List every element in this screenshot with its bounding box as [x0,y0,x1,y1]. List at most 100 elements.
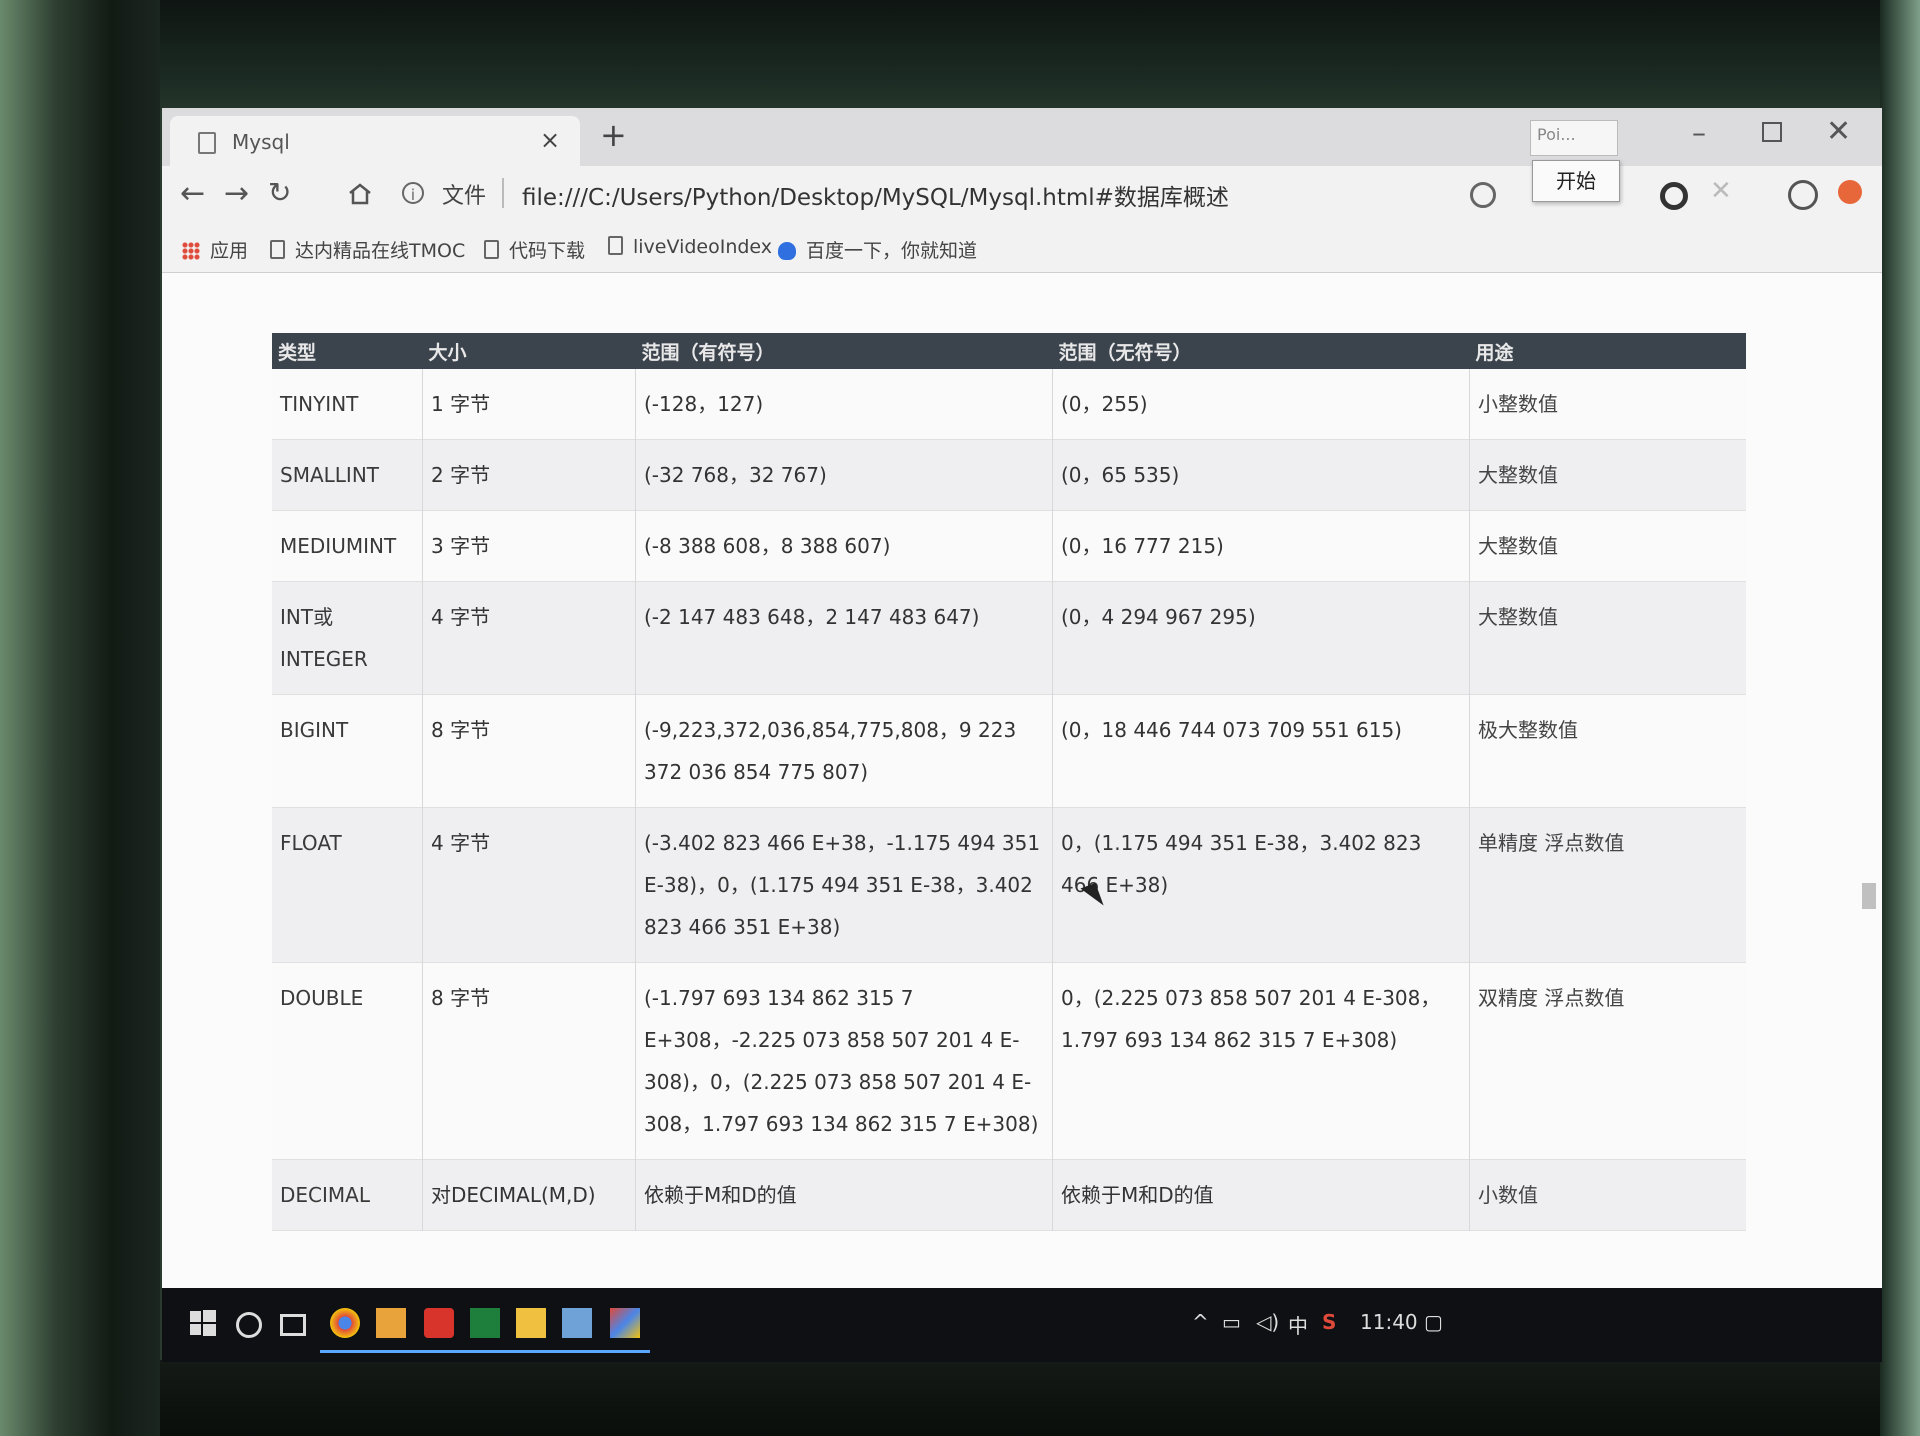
table-row: INT或 INTEGER 4 字节 (-2 147 483 648，2 147 48… [272,581,1746,695]
cell-unsigned-range: 0，(1.175 494 351 E-38，3.402 823 466 E+38… [1052,807,1470,963]
active-app-indicator [460,1350,510,1353]
monitor-bezel-top [160,0,1920,110]
address-bar-url[interactable]: file:///C:/Users/Python/Desktop/MySQL/My… [522,178,1229,212]
home-icon[interactable] [348,182,372,206]
new-tab-button[interactable]: + [600,116,627,154]
page-content: 类型 大小 范围（有符号） 范围（无符号） 用途 TINYINT 1 字节 (-12… [162,273,1882,1293]
reload-icon[interactable]: ↻ [268,176,291,209]
active-app-indicator [414,1350,464,1353]
table-row: TINYINT 1 字节 (-128，127) (0，255) 小整数值 [272,369,1746,440]
cell-type: DECIMAL [272,1159,423,1231]
cell-usage: 单精度 浮点数值 [1478,831,1625,855]
tab-close-icon[interactable]: × [540,126,560,154]
monitor-bezel-left [0,0,160,1436]
ime-indicator[interactable]: 中 [1288,1310,1308,1339]
page-icon [198,132,216,154]
bookmark-label: 百度一下，你就知道 [806,240,978,262]
column-header-unsigned-range: 范围（无符号） [1058,341,1192,364]
cell-signed-range: (-128，127) [635,369,1053,440]
active-app-indicator [320,1350,370,1353]
table-row: DOUBLE 8 字节 (-1.797 693 134 862 315 7 E+30… [272,962,1746,1160]
video-app-icon[interactable] [424,1308,454,1338]
profile-icon[interactable] [1788,180,1818,210]
cell-size: 4 字节 [422,581,636,695]
back-arrow-icon[interactable]: ← [180,176,205,211]
paint-app-icon[interactable] [610,1308,640,1338]
site-info-icon[interactable]: i [402,182,424,204]
photos-icon[interactable] [562,1308,592,1338]
windows-start-icon[interactable] [188,1308,218,1338]
network-icon[interactable]: ▭ [1222,1310,1241,1334]
zoom-icon[interactable] [1470,182,1496,208]
cell-size: 2 字节 [422,439,636,511]
chrome-icon[interactable] [330,1308,360,1338]
cell-type: DOUBLE [272,962,423,1160]
windows-taskbar: ^ ▭ ◁) 中 S 11:40 ▢ [162,1288,1882,1362]
bookmark-label: 应用 [210,240,249,262]
address-scheme-label: 文件 [442,184,487,209]
cell-size: 对DECIMAL(M,D) [422,1159,636,1231]
cortana-search-icon[interactable] [236,1312,262,1338]
file-explorer-icon[interactable] [516,1308,546,1338]
bookmark-baidu[interactable]: 百度一下，你就知道 [778,236,977,263]
cell-size: 8 字节 [422,962,636,1160]
screen: Mysql × + Poi... – ✕ 开始 ← → ↻ i 文件 file:… [162,108,1882,1362]
scrollbar-thumb[interactable] [1862,883,1876,909]
cell-size: 3 字节 [422,510,636,582]
sogou-ime-icon[interactable]: S [1322,1310,1336,1334]
cell-unsigned-range: (0，16 777 215) [1052,510,1470,582]
browser-tab[interactable]: Mysql × [170,116,580,166]
excel-icon[interactable] [470,1308,500,1338]
cell-signed-range: (-2 147 483 648，2 147 483 647) [635,581,1053,695]
active-app-indicator [506,1350,556,1353]
monitor-bezel-bottom [160,1360,1880,1436]
baidu-paw-icon [778,242,796,260]
cell-usage: 大整数值 [1478,463,1558,487]
cell-unsigned-range: (0，65 535) [1052,439,1470,511]
column-header-size: 大小 [428,341,467,364]
tab-title: Mysql [232,130,290,154]
notification-center-icon[interactable]: ▢ [1424,1310,1443,1334]
cell-signed-range: (-1.797 693 134 862 315 7 E+308，-2.225 0… [635,962,1053,1160]
page-icon [484,240,499,259]
cell-unsigned-range: (0，18 446 744 073 709 551 615) [1052,694,1470,808]
volume-icon[interactable]: ◁) [1256,1310,1279,1334]
cell-size: 4 字节 [422,807,636,963]
cell-unsigned-range: 0，(2.225 073 858 507 201 4 E-308，1.797 6… [1052,962,1470,1160]
tray-chevron-icon[interactable]: ^ [1192,1310,1209,1334]
clock[interactable]: 11:40 [1360,1310,1418,1334]
column-header-signed-range: 范围（有符号） [641,341,775,364]
start-tooltip: 开始 [1532,160,1620,202]
cell-signed-range: 依赖于M和D的值 [635,1159,1053,1231]
cell-type: INT或 INTEGER [272,581,423,695]
bookmarks-bar: 应用 达内精品在线TMOC 代码下载 liveVideoIndex 百度一下，你… [162,226,1882,273]
bookmark-code-download[interactable]: 代码下载 [484,236,585,263]
bookmark-tmooc[interactable]: 达内精品在线TMOC [270,236,465,263]
forward-arrow-icon[interactable]: → [224,176,249,211]
column-header-usage: 用途 [1475,341,1514,364]
extension-x-icon[interactable]: ✕ [1710,176,1732,206]
task-view-icon[interactable] [280,1314,306,1336]
navigation-toolbar: ← → ↻ i 文件 file:///C:/Users/Python/Deskt… [162,166,1882,226]
bookmark-apps[interactable]: 应用 [182,236,248,263]
tab-bar: Mysql × + Poi... – ✕ [162,108,1882,166]
cell-usage: 小数值 [1478,1183,1538,1207]
maximize-button[interactable] [1762,122,1782,142]
cell-usage: 极大整数值 [1478,718,1578,742]
close-window-button[interactable]: ✕ [1826,114,1851,149]
active-app-indicator [552,1350,602,1353]
python-app-icon[interactable] [376,1308,406,1338]
column-header-type: 类型 [278,341,317,364]
cell-type: BIGINT [272,694,423,808]
cell-type: FLOAT [272,807,423,963]
page-icon [608,236,623,255]
cell-signed-range: (-32 768，32 767) [635,439,1053,511]
extension-circle-icon[interactable] [1660,182,1688,210]
table-row: FLOAT 4 字节 (-3.402 823 466 E+38，-1.175 494… [272,807,1746,963]
bookmark-label: liveVideoIndex [633,236,773,258]
extension-orange-icon[interactable] [1838,180,1862,204]
table-row: BIGINT 8 字节 (-9,223,372,036,854,775,808，9 … [272,694,1746,808]
minimized-window-preview[interactable]: Poi... [1530,120,1618,156]
minimize-button[interactable]: – [1692,116,1706,149]
bookmark-livevideoindex[interactable]: liveVideoIndex [608,236,772,258]
